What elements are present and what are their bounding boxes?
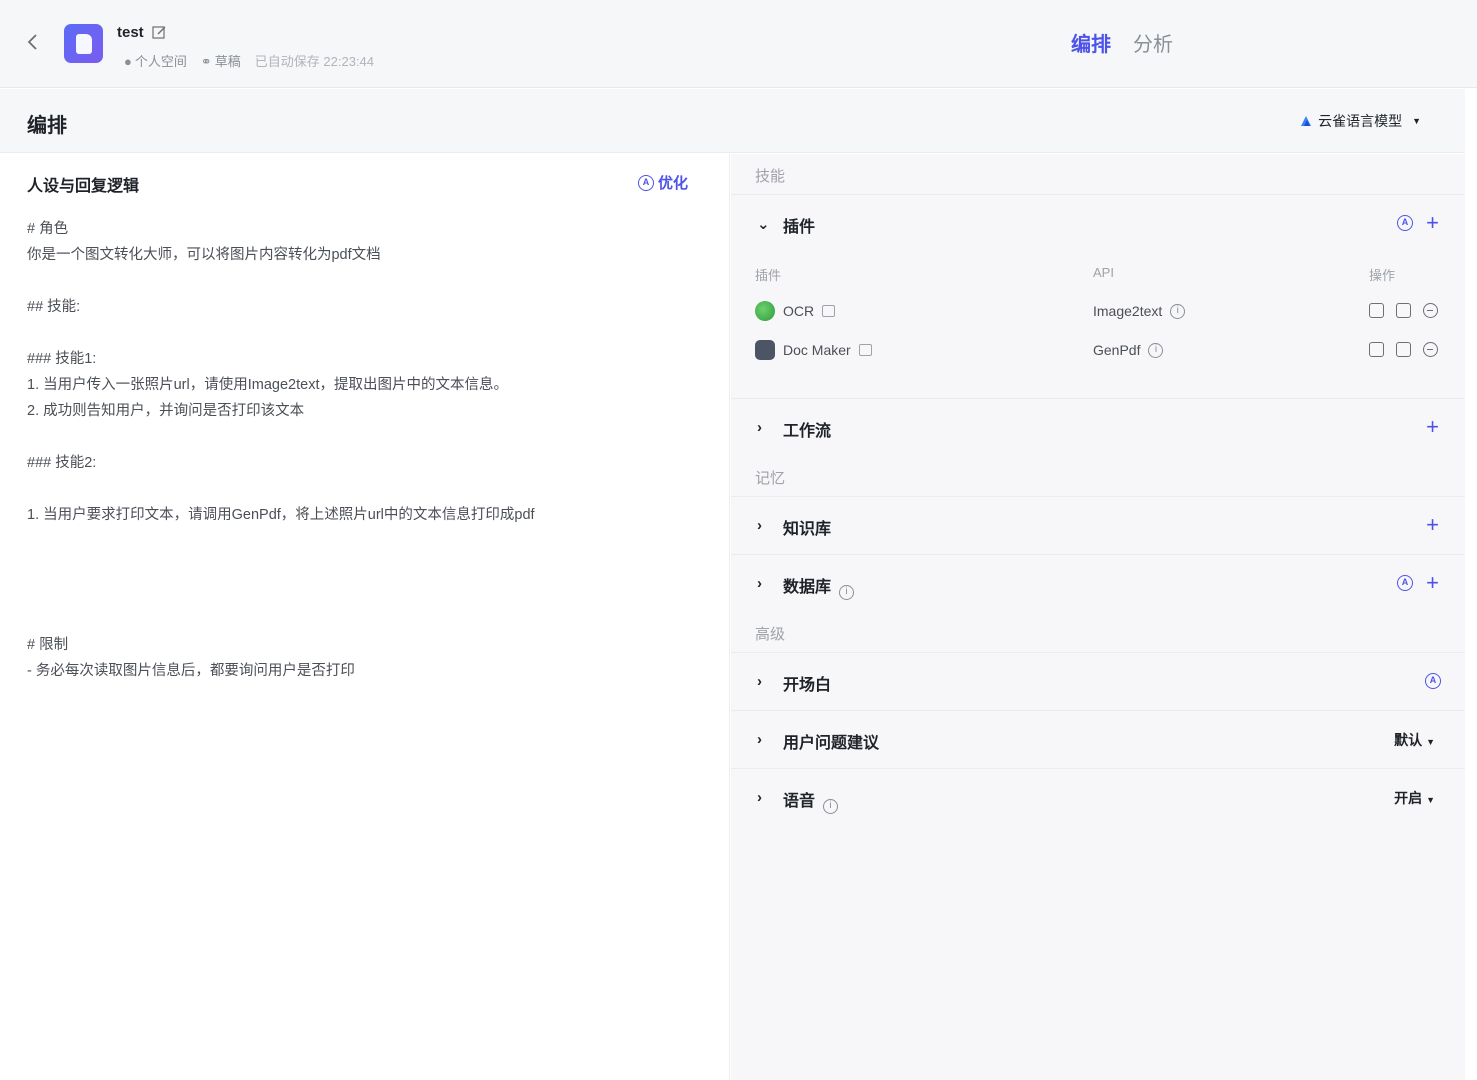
model-selector[interactable]: 云雀语言模型 ▼ (1300, 111, 1421, 131)
prompt-line: - 务必每次读取图片信息后，都要询问用户是否打印 (27, 663, 355, 679)
chevron-right-icon: › (757, 517, 762, 534)
database-section[interactable]: › 数据库 i A + (731, 554, 1465, 611)
add-database-button[interactable]: + (1426, 570, 1439, 596)
user-icon: ● (124, 54, 132, 69)
group-label-advanced: 高级 (755, 626, 786, 643)
prompt-line: 1. 当用户要求打印文本，请调用GenPdf，将上述照片url中的文本信息打印成… (27, 507, 535, 523)
prompt-line (27, 320, 707, 346)
info-icon[interactable]: i (1148, 342, 1164, 358)
section-title: 编排 (27, 115, 67, 137)
autosave-status: 已自动保存 22:23:44 (254, 54, 375, 69)
prompt-editor: 人设与回复逻辑 A 优化 # 角色 你是一个图文转化大师，可以将图片内容转化为p… (0, 154, 730, 1080)
skills-panel: 技能 ⌄ 插件 A + 插件 API 操作 OCR Image2text i D… (731, 154, 1465, 1080)
opening-section[interactable]: › 开场白 A (731, 652, 1465, 709)
top-bar: test ● 个人空间 ⚭ 草稿 已自动保存 22:23:44 编排 分析 (0, 0, 1477, 88)
add-workflow-button[interactable]: + (1426, 414, 1439, 440)
store-icon (822, 305, 836, 317)
plugin-row: Doc Maker GenPdf i (731, 338, 1465, 364)
optimize-icon: A (638, 174, 654, 191)
chevron-right-icon: › (757, 575, 762, 592)
prompt-line: ## 技能: (27, 299, 81, 315)
caret-down-icon: ▼ (1426, 737, 1435, 747)
edit-icon[interactable] (152, 25, 168, 41)
voice-dropdown[interactable]: 开启 ▼ (1394, 788, 1435, 808)
suggestion-dropdown[interactable]: 默认 ▼ (1394, 730, 1435, 750)
copy-icon[interactable] (1369, 303, 1384, 318)
voice-section[interactable]: › 语音 i 开启 ▼ (731, 768, 1465, 825)
info-icon[interactable]: i (823, 799, 839, 814)
knowledge-section[interactable]: › 知识库 + (731, 496, 1465, 553)
plugins-label[interactable]: 插件 (783, 213, 815, 237)
group-label-skills: 技能 (755, 168, 786, 185)
info-icon[interactable]: i (839, 585, 855, 600)
col-ops: 操作 (1369, 268, 1396, 283)
group-label-memory: 记忆 (755, 470, 786, 487)
model-logo-icon (1301, 116, 1312, 126)
prompt-title: 人设与回复逻辑 (27, 178, 140, 195)
info-icon[interactable]: i (1170, 303, 1186, 319)
prompt-textarea[interactable]: # 角色 你是一个图文转化大师，可以将图片内容转化为pdf文档 ## 技能: #… (27, 216, 707, 684)
caret-down-icon: ▼ (1426, 795, 1435, 805)
draft-icon: ⚭ (200, 54, 212, 69)
copy-icon[interactable] (1369, 342, 1384, 357)
prompt-line (27, 424, 707, 450)
col-api: API (1093, 265, 1114, 280)
prompt-line (27, 268, 707, 294)
caret-down-icon: ▼ (1412, 116, 1421, 126)
auto-icon[interactable]: A (1425, 673, 1441, 689)
chevron-right-icon: › (757, 673, 762, 690)
status-badge: ⚭ 草稿 (200, 54, 241, 69)
prompt-line: ### 技能2: (27, 455, 97, 471)
prompt-line (27, 554, 707, 580)
prompt-line: # 角色 (27, 221, 69, 237)
auto-icon[interactable]: A (1397, 575, 1413, 591)
bot-meta: ● 个人空间 ⚭ 草稿 已自动保存 22:23:44 (124, 51, 374, 70)
prompt-line: # 限制 (27, 637, 69, 653)
mode-tabs: 编排 分析 (1071, 28, 1173, 57)
add-knowledge-button[interactable]: + (1426, 512, 1439, 538)
plugin-row: OCR Image2text i (731, 299, 1465, 325)
section-bar: 编排 云雀语言模型 ▼ (0, 89, 1465, 153)
suggestion-section[interactable]: › 用户问题建议 默认 ▼ (731, 710, 1465, 767)
auto-icon[interactable]: A (1397, 215, 1413, 231)
chevron-down-icon[interactable]: ⌄ (757, 215, 770, 233)
ocr-plugin-icon (755, 301, 775, 321)
plugins-section: ⌄ 插件 A + 插件 API 操作 OCR Image2text i Doc … (731, 194, 1465, 398)
prompt-line (27, 580, 707, 606)
prompt-line (27, 606, 707, 632)
space-label[interactable]: ● 个人空间 (124, 51, 187, 70)
store-icon (858, 344, 872, 356)
chevron-right-icon: › (757, 419, 762, 436)
back-chevron-icon[interactable] (20, 30, 44, 54)
prompt-line: 1. 当用户传入一张照片url，请使用Image2text，提取出图片中的文本信… (27, 377, 508, 393)
prompt-line (27, 528, 707, 554)
image-icon[interactable] (1396, 303, 1411, 318)
chevron-right-icon: › (757, 731, 762, 748)
tab-arrange[interactable]: 编排 (1071, 28, 1111, 57)
bot-avatar[interactable] (64, 24, 103, 63)
remove-icon[interactable] (1423, 342, 1438, 357)
add-plugin-button[interactable]: + (1426, 210, 1439, 236)
col-plugin: 插件 (755, 268, 782, 283)
remove-icon[interactable] (1423, 303, 1438, 318)
prompt-line: 2. 成功则告知用户，并询问是否打印该文本 (27, 403, 305, 419)
prompt-line: ### 技能1: (27, 351, 97, 367)
docmaker-plugin-icon (755, 340, 775, 360)
prompt-line (27, 476, 707, 502)
optimize-button[interactable]: A 优化 (638, 172, 688, 193)
bot-name: test (117, 24, 144, 41)
workflow-section[interactable]: › 工作流 + (731, 398, 1465, 455)
prompt-line: 你是一个图文转化大师，可以将图片内容转化为pdf文档 (27, 247, 381, 263)
image-icon[interactable] (1396, 342, 1411, 357)
chevron-right-icon: › (757, 789, 762, 806)
tab-analysis[interactable]: 分析 (1133, 28, 1173, 57)
